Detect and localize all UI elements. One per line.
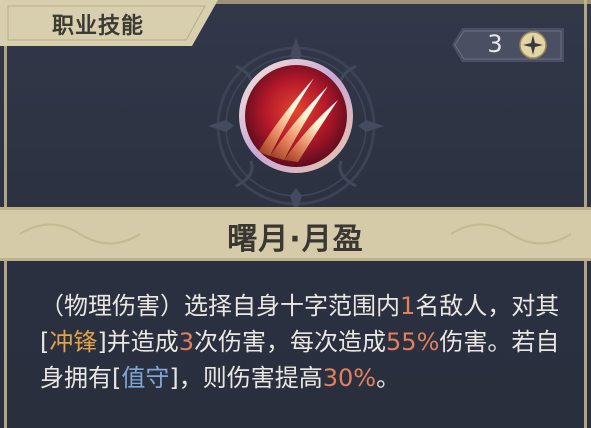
cost-counter: 3 <box>452 28 564 62</box>
skill-panel: 职业技能 3 曙月·月盈 （物理伤害）选择自身十字范围内1名敌人，对其[冲锋]并… <box>0 0 591 428</box>
claw-slash-icon <box>239 59 353 173</box>
bonus-percent: 30% <box>322 364 377 392</box>
hit-count: 3 <box>178 328 195 356</box>
keyword-guard[interactable]: 值守 <box>121 364 169 392</box>
tab-class-skill[interactable]: 职业技能 <box>0 0 218 46</box>
keyword-charge[interactable]: 冲锋 <box>49 328 97 356</box>
counter-value: 3 <box>487 30 503 58</box>
desc-text: 次伤害，每次造成 <box>194 328 387 356</box>
desc-text: 。 <box>376 364 401 392</box>
star-icon <box>519 31 547 59</box>
damage-percent: 55% <box>386 328 440 356</box>
target-count: 1 <box>400 292 416 320</box>
desc-text: （物理伤害）选择自身十字范围内 <box>40 292 400 320</box>
desc-text: ]，则伤害提高 <box>169 364 323 392</box>
skill-description: （物理伤害）选择自身十字范围内1名敌人，对其[冲锋]并造成3次伤害，每次造成55… <box>40 288 560 396</box>
tab-label: 职业技能 <box>52 14 145 39</box>
desc-text: ]并造成 <box>97 328 179 356</box>
skill-name: 曙月·月盈 <box>227 222 364 257</box>
